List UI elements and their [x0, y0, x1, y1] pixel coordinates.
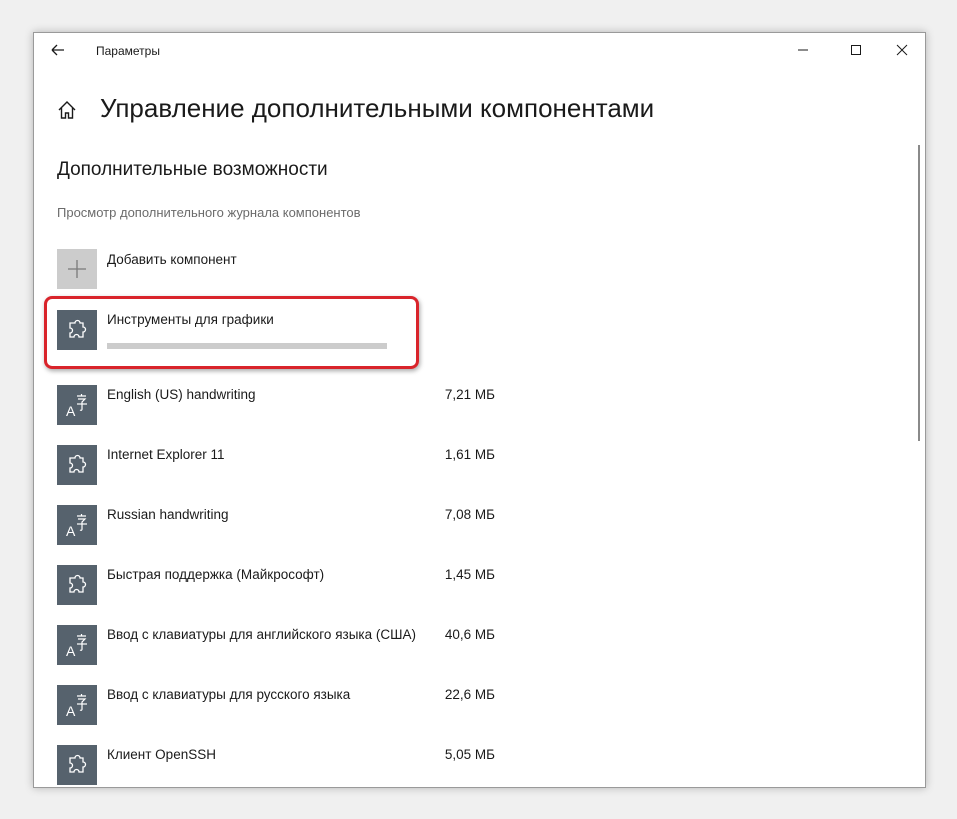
page-title: Управление дополнительными компонентами — [100, 93, 655, 123]
maximize-button[interactable] — [833, 33, 879, 67]
feature-size: 1,45 МБ — [444, 567, 495, 582]
feature-size: 22,6 МБ — [444, 687, 495, 702]
installing-feature-name: Инструменты для графики — [107, 312, 274, 327]
minimize-button[interactable] — [780, 33, 826, 67]
feature-tile: A — [57, 685, 97, 725]
maximize-icon — [851, 45, 861, 55]
feature-name: English (US) handwriting — [107, 387, 256, 402]
puzzle-icon — [69, 574, 87, 593]
feature-name: Ввод с клавиатуры для русского языка — [107, 687, 351, 702]
feature-tile — [57, 445, 97, 485]
window-title: Параметры — [96, 44, 160, 58]
feature-row[interactable]: A Ввод с клавиатуры для английского язык… — [57, 625, 517, 665]
feature-size: 40,6 МБ — [444, 627, 495, 642]
minimize-icon — [798, 49, 808, 51]
installing-feature-tile[interactable] — [57, 310, 97, 350]
scrollbar[interactable] — [918, 145, 920, 441]
puzzle-icon — [69, 319, 87, 338]
add-feature-button[interactable] — [57, 249, 97, 289]
feature-name: Internet Explorer 11 — [107, 447, 225, 462]
feature-tile — [57, 565, 97, 605]
home-icon — [58, 101, 76, 119]
language-icon: A — [66, 694, 87, 719]
back-button[interactable] — [46, 39, 70, 61]
feature-name: Клиент OpenSSH — [107, 747, 216, 762]
feature-size: 5,05 МБ — [444, 747, 495, 762]
svg-text:A: A — [66, 523, 76, 539]
back-arrow-icon — [51, 44, 64, 56]
install-progress-bar — [107, 343, 387, 349]
feature-tile: A — [57, 505, 97, 545]
feature-row[interactable]: A English (US) handwriting 7,21 МБ — [57, 385, 517, 425]
add-feature-label[interactable]: Добавить компонент — [107, 252, 237, 267]
feature-row[interactable]: Быстрая поддержка (Майкрософт) 1,45 МБ — [57, 565, 517, 605]
feature-size: 7,08 МБ — [444, 507, 495, 522]
feature-tile — [57, 745, 97, 785]
feature-row[interactable]: A Russian handwriting 7,08 МБ — [57, 505, 517, 545]
feature-tile: A — [57, 385, 97, 425]
highlight-frame — [44, 296, 419, 369]
svg-text:A: A — [66, 403, 76, 419]
svg-text:A: A — [66, 703, 76, 719]
feature-tile: A — [57, 625, 97, 665]
feature-row[interactable]: A Ввод с клавиатуры для русского языка 22… — [57, 685, 517, 725]
feature-size: 7,21 МБ — [444, 387, 495, 402]
close-icon — [896, 44, 908, 56]
language-icon: A — [66, 394, 87, 419]
feature-row[interactable]: Клиент OpenSSH 5,05 МБ — [57, 745, 517, 785]
title-bar: Параметры — [34, 33, 925, 67]
section-title: Дополнительные возможности — [57, 159, 328, 180]
plus-icon — [68, 260, 86, 278]
feature-size: 1,61 МБ — [444, 447, 495, 462]
feature-name: Russian handwriting — [107, 507, 229, 522]
feature-name: Ввод с клавиатуры для английского языка … — [107, 627, 416, 642]
language-icon: A — [66, 634, 87, 659]
settings-window: Параметры Управление дополнительными ком… — [33, 32, 926, 788]
feature-name: Быстрая поддержка (Майкрософт) — [107, 567, 325, 582]
close-button[interactable] — [879, 33, 925, 67]
feature-row[interactable]: Internet Explorer 11 1,61 МБ — [57, 445, 517, 485]
puzzle-icon — [69, 754, 87, 773]
svg-text:A: A — [66, 643, 76, 659]
puzzle-icon — [69, 454, 87, 473]
history-link[interactable]: Просмотр дополнительного журнала компоне… — [57, 205, 361, 220]
home-button[interactable] — [56, 99, 78, 126]
language-icon: A — [66, 514, 87, 539]
